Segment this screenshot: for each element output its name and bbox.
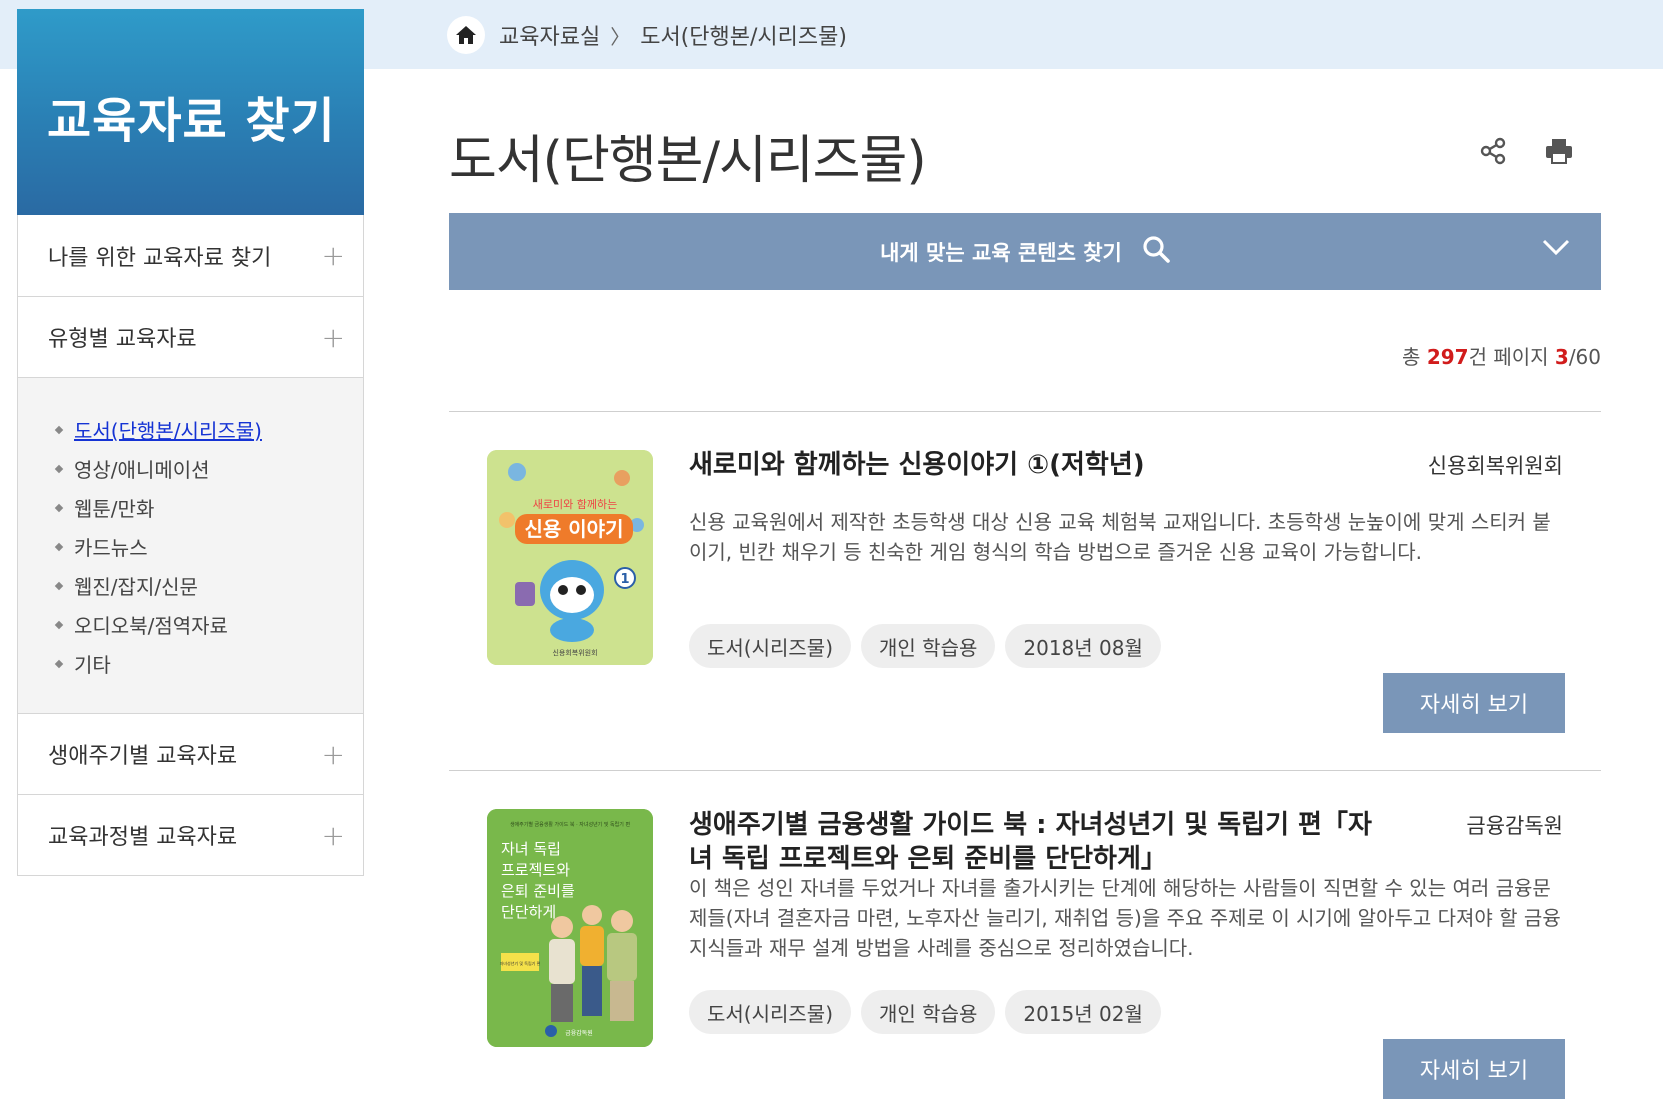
view-details-button[interactable]: 자세히 보기: [1383, 673, 1565, 733]
search-icon: [1142, 235, 1170, 268]
cover-line: 단단하게: [501, 903, 556, 921]
plus-icon[interactable]: +: [322, 321, 345, 354]
view-details-button[interactable]: 자세히 보기: [1383, 1039, 1565, 1099]
item-tags: 도서(시리즈물) 개인 학습용 2015년 02월: [689, 990, 1161, 1034]
bullet-icon: [54, 542, 64, 551]
bullet-icon: [54, 620, 64, 629]
sidebar-item-curriculum[interactable]: 교육과정별 교육자료 +: [18, 794, 363, 875]
submenu-item-etc[interactable]: 기타: [54, 644, 363, 683]
sidebar-header: 교육자료 찾기: [17, 9, 364, 215]
share-icon[interactable]: [1475, 133, 1511, 169]
content-finder-label: 내게 맞는 교육 콘텐츠 찾기: [880, 240, 1122, 265]
submenu-item-books[interactable]: 도서(단행본/시리즈물): [54, 410, 363, 449]
bullet-icon: [54, 659, 64, 668]
item-description: 신용 교육원에서 제작한 초등학생 대상 신용 교육 체험북 교재입니다. 초등…: [689, 510, 1551, 564]
tag-usage: 개인 학습용: [861, 624, 996, 668]
book-cover-2[interactable]: 생애주기별 금융생활 가이드 북 · 자녀성년기 및 독립기 편 자녀 독립 프…: [487, 809, 653, 1047]
item-title[interactable]: 새로미와 함께하는 신용이야기 ①(저학년): [689, 448, 1145, 482]
cover-title: 신용 이야기: [525, 517, 624, 541]
book-cover-1[interactable]: 새로미와 함께하는 신용 이야기 1 신용회복위원회: [487, 450, 653, 665]
cover-line: 프로젝트와: [501, 861, 570, 879]
cover-line: 은퇴 준비를: [501, 882, 575, 900]
breadcrumb-separator: 〉: [610, 24, 631, 49]
tag-type: 도서(시리즈물): [689, 990, 852, 1034]
sidebar-submenu: 도서(단행본/시리즈물) 영상/애니메이션 웹툰/만화 카드뉴스 웹진/잡지/신…: [18, 377, 363, 713]
cover-volume-number: 1: [620, 572, 629, 587]
bullet-icon: [54, 425, 64, 434]
divider: [449, 411, 1601, 412]
home-icon[interactable]: [447, 16, 485, 54]
print-icon[interactable]: [1541, 133, 1577, 169]
item-tags: 도서(시리즈물) 개인 학습용 2018년 08월: [689, 624, 1161, 668]
item-description: 이 책은 성인 자녀를 두었거나 자녀를 출가시키는 단계에 해당하는 사람들이…: [689, 876, 1561, 960]
cover-subtitle: 새로미와 함께하는: [533, 497, 617, 511]
content-finder-bar[interactable]: 내게 맞는 교육 콘텐츠 찾기: [449, 213, 1601, 290]
submenu-label: 카드뉴스: [74, 536, 148, 560]
count-current-page: 3: [1554, 345, 1569, 369]
sidebar-item-label: 생애주기별 교육자료: [48, 744, 238, 769]
bullet-icon: [54, 503, 64, 512]
submenu-label: 도서(단행본/시리즈물): [74, 419, 262, 443]
count-mid: 건 페이지: [1468, 345, 1555, 369]
plus-icon[interactable]: +: [322, 738, 345, 771]
cover-publisher: 금융감독원: [565, 1029, 593, 1037]
submenu-item-webzine[interactable]: 웹진/잡지/신문: [54, 566, 363, 605]
page-title: 도서(단행본/시리즈물): [449, 131, 927, 191]
sidebar-item-for-me[interactable]: 나를 위한 교육자료 찾기 +: [18, 215, 363, 296]
tag-type: 도서(시리즈물): [689, 624, 852, 668]
submenu-item-webtoon[interactable]: 웹툰/만화: [54, 488, 363, 527]
sidebar-item-by-type[interactable]: 유형별 교육자료 +: [18, 296, 363, 377]
result-count: 총 297건 페이지 3/60: [1402, 341, 1601, 370]
breadcrumb: 교육자료실 〉 도서(단행본/시리즈물): [447, 15, 847, 55]
count-total-pages: /60: [1568, 345, 1601, 369]
tag-date: 2018년 08월: [1005, 624, 1161, 668]
count-prefix: 총: [1402, 345, 1427, 369]
cover-header: 생애주기별 금융생활 가이드 북 · 자녀성년기 및 독립기 편: [510, 821, 631, 828]
sidebar-item-label: 교육과정별 교육자료: [48, 825, 238, 850]
tag-usage: 개인 학습용: [861, 990, 996, 1034]
item-organization: 금융감독원: [1466, 814, 1563, 838]
breadcrumb-item-books[interactable]: 도서(단행본/시리즈물): [640, 19, 847, 51]
submenu-label: 오디오북/점역자료: [74, 614, 228, 638]
submenu-label: 웹진/잡지/신문: [74, 575, 198, 599]
cover-badge: 자녀성년기 및 독립기 편: [500, 960, 541, 966]
submenu-label: 영상/애니메이션: [74, 458, 210, 482]
plus-icon[interactable]: +: [322, 819, 345, 852]
bullet-icon: [54, 464, 64, 473]
chevron-down-icon[interactable]: [1541, 237, 1571, 262]
tag-date: 2015년 02월: [1005, 990, 1161, 1034]
submenu-label: 웹툰/만화: [74, 497, 155, 521]
breadcrumb-item-library[interactable]: 교육자료실: [499, 19, 600, 51]
sidebar-item-lifecycle[interactable]: 생애주기별 교육자료 +: [18, 713, 363, 794]
divider: [449, 770, 1601, 771]
sidebar-item-label: 유형별 교육자료: [48, 327, 197, 352]
item-title[interactable]: 생애주기별 금융생활 가이드 북 : 자녀성년기 및 독립기 편「자녀 독립 프…: [689, 808, 1389, 876]
item-organization: 신용회복위원회: [1427, 454, 1563, 478]
submenu-item-audiobook[interactable]: 오디오북/점역자료: [54, 605, 363, 644]
sidebar-item-label: 나를 위한 교육자료 찾기: [48, 245, 272, 271]
sidebar-menu: 나를 위한 교육자료 찾기 + 유형별 교육자료 + 도서(단행본/시리즈물) …: [17, 215, 364, 876]
submenu-label: 기타: [74, 653, 111, 677]
bullet-icon: [54, 581, 64, 590]
submenu-item-cardnews[interactable]: 카드뉴스: [54, 527, 363, 566]
count-total: 297: [1426, 345, 1469, 369]
cover-line: 자녀 독립: [501, 840, 561, 858]
plus-icon[interactable]: +: [322, 239, 345, 272]
cover-publisher: 신용회복위원회: [552, 648, 597, 657]
sidebar-title: 교육자료 찾기: [47, 93, 336, 149]
submenu-item-video[interactable]: 영상/애니메이션: [54, 449, 363, 488]
